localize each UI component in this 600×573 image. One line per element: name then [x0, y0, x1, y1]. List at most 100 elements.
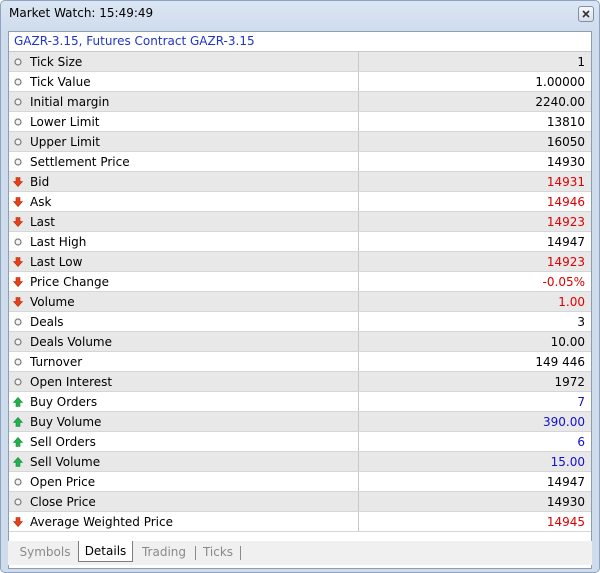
row-label: Bid	[30, 174, 50, 189]
row-name-cell: Price Change	[9, 271, 359, 292]
arrow-down-icon	[12, 196, 24, 207]
arrow-down-icon	[12, 516, 24, 527]
row-value: 14947	[358, 231, 591, 252]
row-label: Close Price	[30, 494, 96, 509]
arrow-down-icon	[12, 216, 24, 227]
tab-details[interactable]: Details	[78, 541, 133, 562]
row-label: Turnover	[30, 354, 83, 369]
tab-trading[interactable]: Trading	[135, 543, 193, 562]
table-row[interactable]: Buy Volume 390.00	[9, 411, 591, 432]
tab-ticks[interactable]: Ticks	[198, 543, 238, 562]
row-label: Last High	[30, 234, 87, 249]
table-row[interactable]: Volume 1.00	[9, 291, 591, 312]
row-name-cell: Deals	[9, 311, 359, 332]
row-value: 7	[358, 391, 591, 412]
circle-icon	[13, 376, 23, 386]
row-name-cell: Last	[9, 211, 359, 232]
row-name-cell: Volume	[9, 291, 359, 312]
row-value: 15.00	[358, 451, 591, 472]
row-name-cell: Settlement Price	[9, 151, 359, 172]
row-name-cell: Lower Limit	[9, 111, 359, 132]
table-row[interactable]: Initial margin 2240.00	[9, 91, 591, 112]
table-row[interactable]: Buy Orders 7	[9, 391, 591, 412]
table-row[interactable]: Upper Limit 16050	[9, 131, 591, 152]
table-row[interactable]: Last High 14947	[9, 231, 591, 252]
arrow-up-icon	[12, 436, 24, 447]
row-value: 1.00000	[358, 71, 591, 92]
table-row[interactable]: Tick Value 1.00000	[9, 71, 591, 92]
row-name-cell: Upper Limit	[9, 131, 359, 152]
circle-icon	[13, 236, 23, 246]
row-name-cell: Turnover	[9, 351, 359, 372]
table-row[interactable]: Deals Volume 10.00	[9, 331, 591, 352]
row-label: Settlement Price	[30, 154, 130, 169]
row-label: Deals	[30, 314, 64, 329]
table-row[interactable]: Settlement Price 14930	[9, 151, 591, 172]
table-row[interactable]: Sell Volume 15.00	[9, 451, 591, 472]
row-label: Last Low	[30, 254, 83, 269]
arrow-up-icon	[12, 416, 24, 427]
tab-separator	[195, 546, 196, 560]
tab-symbols[interactable]: Symbols	[14, 543, 76, 562]
table-row[interactable]: Bid 14931	[9, 171, 591, 192]
row-label: Open Interest	[30, 374, 113, 389]
table-row[interactable]: Tick Size 1	[9, 52, 591, 72]
table-row[interactable]: Sell Orders 6	[9, 431, 591, 452]
table-row[interactable]: Turnover 149 446	[9, 351, 591, 372]
row-value: 6	[358, 431, 591, 452]
circle-icon	[13, 496, 23, 506]
symbol-header: GAZR-3.15, Futures Contract GAZR-3.15	[9, 32, 591, 52]
circle-icon	[13, 316, 23, 326]
details-table: Tick Size 1 Tick Value 1.00000 Initial margi…	[9, 52, 591, 532]
row-name-cell: Initial margin	[9, 91, 359, 112]
table-row[interactable]: Ask 14946	[9, 191, 591, 212]
table-row[interactable]: Average Weighted Price 14945	[9, 511, 591, 532]
table-row[interactable]: Open Interest 1972	[9, 371, 591, 392]
row-name-cell: Deals Volume	[9, 331, 359, 352]
row-value: 1.00	[358, 291, 591, 312]
circle-icon	[13, 116, 23, 126]
table-row[interactable]: Last 14923	[9, 211, 591, 232]
row-label: Buy Volume	[30, 414, 102, 429]
row-value: 13810	[358, 111, 591, 132]
close-button[interactable]	[578, 6, 594, 22]
circle-icon	[13, 336, 23, 346]
arrow-down-icon	[12, 256, 24, 267]
row-value: 2240.00	[358, 91, 591, 112]
row-value: 14923	[358, 251, 591, 272]
row-name-cell: Open Price	[9, 471, 359, 492]
circle-icon	[13, 76, 23, 86]
circle-icon	[13, 56, 23, 66]
row-value: 1972	[358, 371, 591, 392]
row-value: 14930	[358, 491, 591, 512]
circle-icon	[13, 156, 23, 166]
row-name-cell: Sell Volume	[9, 451, 359, 472]
table-row[interactable]: Close Price 14930	[9, 491, 591, 512]
row-label: Price Change	[30, 274, 110, 289]
row-label: Upper Limit	[30, 134, 100, 149]
row-name-cell: Close Price	[9, 491, 359, 512]
row-label: Tick Size	[30, 54, 83, 69]
arrow-down-icon	[12, 296, 24, 307]
row-value: 14945	[358, 511, 591, 532]
row-name-cell: Last Low	[9, 251, 359, 272]
row-label: Sell Orders	[30, 434, 96, 449]
tab-separator	[240, 546, 241, 560]
market-watch-window: Market Watch: 15:49:49 GAZR-3.15, Future…	[0, 0, 600, 573]
row-label: Last	[30, 214, 55, 229]
title-bar[interactable]: Market Watch: 15:49:49	[1, 1, 599, 27]
table-row[interactable]: Last Low 14923	[9, 251, 591, 272]
circle-icon	[13, 96, 23, 106]
table-row[interactable]: Price Change -0.05%	[9, 271, 591, 292]
table-row[interactable]: Lower Limit 13810	[9, 111, 591, 132]
circle-icon	[13, 476, 23, 486]
table-row[interactable]: Open Price 14947	[9, 471, 591, 492]
row-label: Tick Value	[30, 74, 91, 89]
row-value: 3	[358, 311, 591, 332]
table-row[interactable]: Deals 3	[9, 311, 591, 332]
row-value: 16050	[358, 131, 591, 152]
row-label: Deals Volume	[30, 334, 113, 349]
circle-icon	[13, 136, 23, 146]
row-label: Sell Volume	[30, 454, 101, 469]
tab-bar: Symbols Details Trading Ticks	[8, 541, 592, 565]
